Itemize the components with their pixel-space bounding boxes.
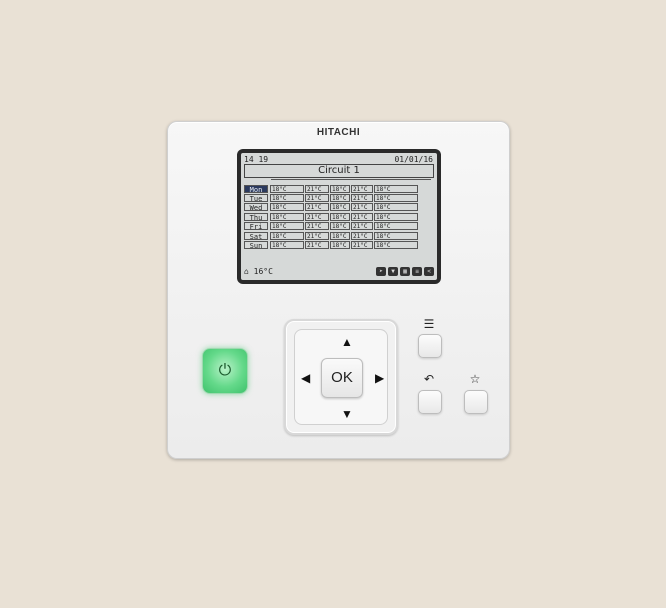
down-icon: ▼ — [388, 267, 398, 276]
ok-button[interactable]: OK — [321, 358, 363, 398]
schedule-row: Sun 18°C 21°C 18°C 21°C 18°C — [244, 240, 434, 250]
schedule-cell[interactable]: 21°C — [351, 222, 373, 231]
dpad-frame: ▲ ▼ ◀ ▶ OK — [294, 329, 388, 425]
schedule-cell[interactable]: 18°C — [270, 222, 304, 231]
up-arrow-button[interactable]: ▲ — [341, 336, 353, 348]
room-temp-value: 16°C — [253, 267, 273, 276]
schedule-cell[interactable]: 18°C — [270, 212, 304, 221]
schedule-cell[interactable]: 18°C — [330, 184, 350, 193]
power-icon: ⏻ — [218, 362, 232, 379]
schedule-cell[interactable]: 18°C — [270, 184, 304, 193]
clock: 14 19 — [244, 155, 269, 164]
lcd-header: 14 19 01/01/16 — [244, 155, 433, 164]
menu-icon: ☰ — [423, 317, 435, 331]
schedule-cell[interactable]: 21°C — [351, 194, 373, 203]
schedule-cell[interactable]: 21°C — [305, 203, 329, 212]
day-label[interactable]: Thu — [244, 212, 268, 222]
schedule-row: Fri 18°C 21°C 18°C 21°C 18°C — [244, 222, 434, 231]
day-label[interactable]: Mon — [244, 184, 268, 194]
schedule-cell[interactable]: 18°C — [330, 203, 350, 212]
right-arrow-button[interactable]: ▶ — [375, 372, 384, 384]
schedule-row: Wed 18°C 21°C 18°C 21°C 18°C — [244, 203, 434, 212]
power-button[interactable]: ⏻ — [202, 348, 248, 394]
screen-bezel: 14 19 01/01/16 Circuit 1 Mon 18°C 21°C 1… — [237, 149, 441, 284]
schedule-cell[interactable]: 21°C — [305, 194, 329, 203]
brand-logo: HITACHI — [316, 127, 361, 138]
schedule-cell[interactable]: 21°C — [351, 231, 373, 240]
schedule-row: Mon 18°C 21°C 18°C 21°C 18°C — [244, 184, 434, 194]
status-icons: ➤ ▼ ▦ ≡ < — [376, 267, 434, 276]
schedule-cell[interactable]: 21°C — [305, 184, 329, 193]
arrow-icon: ➤ — [376, 267, 386, 276]
schedule-cell[interactable]: 18°C — [374, 194, 418, 203]
list-icon: ≡ — [412, 267, 422, 276]
schedule-row: Sat 18°C 21°C 18°C 21°C 18°C — [244, 231, 434, 241]
schedule-cell[interactable]: 18°C — [374, 231, 418, 240]
back-icon: ↶ — [423, 372, 435, 386]
schedule-cell[interactable]: 21°C — [305, 241, 329, 250]
schedule-cell[interactable]: 18°C — [330, 212, 350, 221]
schedule-cell[interactable]: 18°C — [374, 212, 418, 221]
schedule-cell[interactable]: 18°C — [330, 222, 350, 231]
schedule-cell[interactable]: 21°C — [351, 212, 373, 221]
schedule-cell[interactable]: 21°C — [351, 203, 373, 212]
schedule-cell[interactable]: 18°C — [330, 231, 350, 240]
menu-button[interactable] — [418, 334, 442, 358]
room-temp: ⌂ 16°C — [244, 267, 273, 276]
circuit-title: Circuit 1 — [244, 164, 434, 178]
star-icon: ☆ — [469, 372, 481, 386]
schedule-cell[interactable]: 18°C — [374, 203, 418, 212]
dpad: ▲ ▼ ◀ ▶ OK — [284, 319, 398, 435]
schedule-cell[interactable]: 18°C — [330, 194, 350, 203]
date: 01/01/16 — [394, 155, 433, 164]
day-label[interactable]: Wed — [244, 203, 268, 212]
schedule-cell[interactable]: 18°C — [374, 241, 418, 250]
day-label[interactable]: Sun — [244, 241, 268, 250]
schedule-cell[interactable]: 18°C — [374, 222, 418, 231]
schedule-cell[interactable]: 18°C — [330, 241, 350, 250]
lcd-status-bar: ⌂ 16°C ➤ ▼ ▦ ≡ < — [244, 266, 434, 277]
schedule-cell[interactable]: 18°C — [270, 194, 304, 203]
hitachi-controller: HITACHI 14 19 01/01/16 Circuit 1 Mon 18°… — [167, 121, 510, 459]
back-button[interactable] — [418, 390, 442, 414]
schedule-cell[interactable]: 18°C — [270, 241, 304, 250]
down-arrow-button[interactable]: ▼ — [341, 408, 353, 420]
day-label[interactable]: Sat — [244, 231, 268, 241]
schedule-cell[interactable]: 21°C — [351, 184, 373, 193]
day-label[interactable]: Fri — [244, 222, 268, 231]
favorite-button[interactable] — [464, 390, 488, 414]
schedule-cell[interactable]: 21°C — [305, 231, 329, 240]
schedule-cell[interactable]: 18°C — [374, 184, 418, 193]
left-arrow-button[interactable]: ◀ — [301, 372, 310, 384]
lcd-screen: 14 19 01/01/16 Circuit 1 Mon 18°C 21°C 1… — [241, 153, 437, 280]
share-icon: < — [424, 267, 434, 276]
chart-icon: ▦ — [400, 267, 410, 276]
day-label[interactable]: Tue — [244, 194, 268, 203]
schedule-cell[interactable]: 21°C — [305, 222, 329, 231]
schedule-grid: Mon 18°C 21°C 18°C 21°C 18°C Tue 18°C 21… — [244, 184, 434, 250]
schedule-cell[interactable]: 21°C — [305, 212, 329, 221]
schedule-row: Tue 18°C 21°C 18°C 21°C 18°C — [244, 193, 434, 203]
schedule-cell[interactable]: 18°C — [270, 203, 304, 212]
schedule-row: Thu 18°C 21°C 18°C 21°C 18°C — [244, 212, 434, 222]
schedule-cell[interactable]: 18°C — [270, 231, 304, 240]
schedule-cell[interactable]: 21°C — [351, 241, 373, 250]
